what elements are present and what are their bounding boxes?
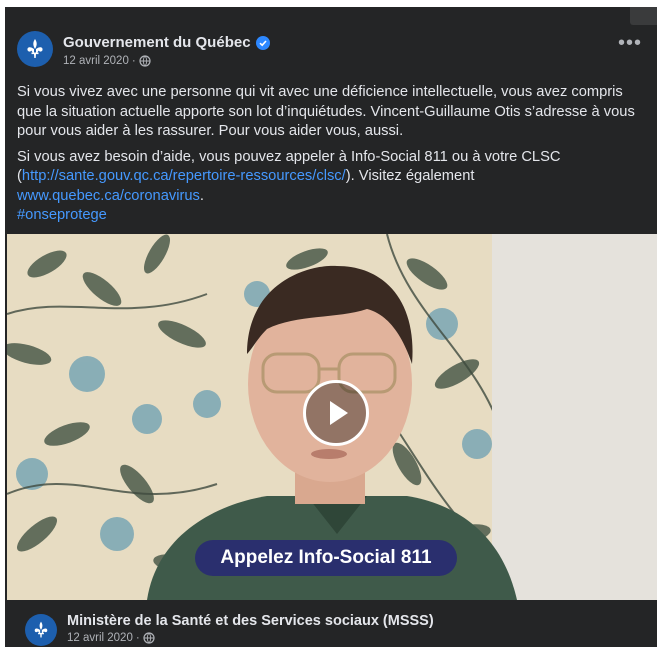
shared-separator: · [135, 632, 140, 644]
post-header: Gouvernement du Québec 12 avril 2020 · •… [17, 31, 647, 75]
post-text: Si vous vivez avec une personne qui vit … [17, 83, 647, 232]
post-meta: 12 avril 2020 · [63, 55, 151, 67]
author-name[interactable]: Gouvernement du Québec [63, 34, 251, 51]
facebook-post: Gouvernement du Québec 12 avril 2020 · •… [5, 7, 657, 647]
meta-separator: · [131, 55, 136, 67]
video-caption: Appelez Info-Social 811 [195, 540, 457, 576]
fleur-de-lis-icon [27, 39, 43, 58]
shared-meta: 12 avril 2020 · [67, 632, 155, 644]
clsc-link[interactable]: http://sante.gouv.qc.ca/repertoire-resso… [22, 168, 346, 184]
coronavirus-link[interactable]: www.quebec.ca/coronavirus [17, 188, 200, 204]
globe-icon [143, 632, 155, 644]
globe-icon [139, 55, 151, 67]
p2-text-2: ). Visitez également [345, 168, 475, 184]
author-row: Gouvernement du Québec [63, 34, 270, 51]
verified-badge-icon [255, 35, 270, 50]
video-player[interactable]: Appelez Info-Social 811 [7, 234, 657, 600]
post-paragraph-2: Si vous avez besoin d’aide, vous pouvez … [17, 148, 647, 226]
play-icon [330, 401, 348, 425]
page-avatar[interactable] [17, 31, 53, 67]
hashtag-link[interactable]: #onseprotege [17, 207, 107, 223]
shared-date[interactable]: 12 avril 2020 [67, 632, 133, 644]
shared-from-bar: Ministère de la Santé et des Services so… [5, 600, 657, 647]
shared-author-name[interactable]: Ministère de la Santé et des Services so… [67, 613, 434, 629]
play-button[interactable] [303, 380, 369, 446]
p2-text-3: . [199, 187, 204, 204]
post-paragraph-1: Si vous vivez avec une personne qui vit … [17, 84, 635, 139]
fleur-de-lis-icon [34, 621, 48, 638]
more-options-icon[interactable]: ••• [618, 33, 642, 53]
post-date[interactable]: 12 avril 2020 [63, 55, 129, 67]
window-control[interactable] [630, 7, 657, 25]
shared-page-avatar[interactable] [25, 614, 57, 646]
